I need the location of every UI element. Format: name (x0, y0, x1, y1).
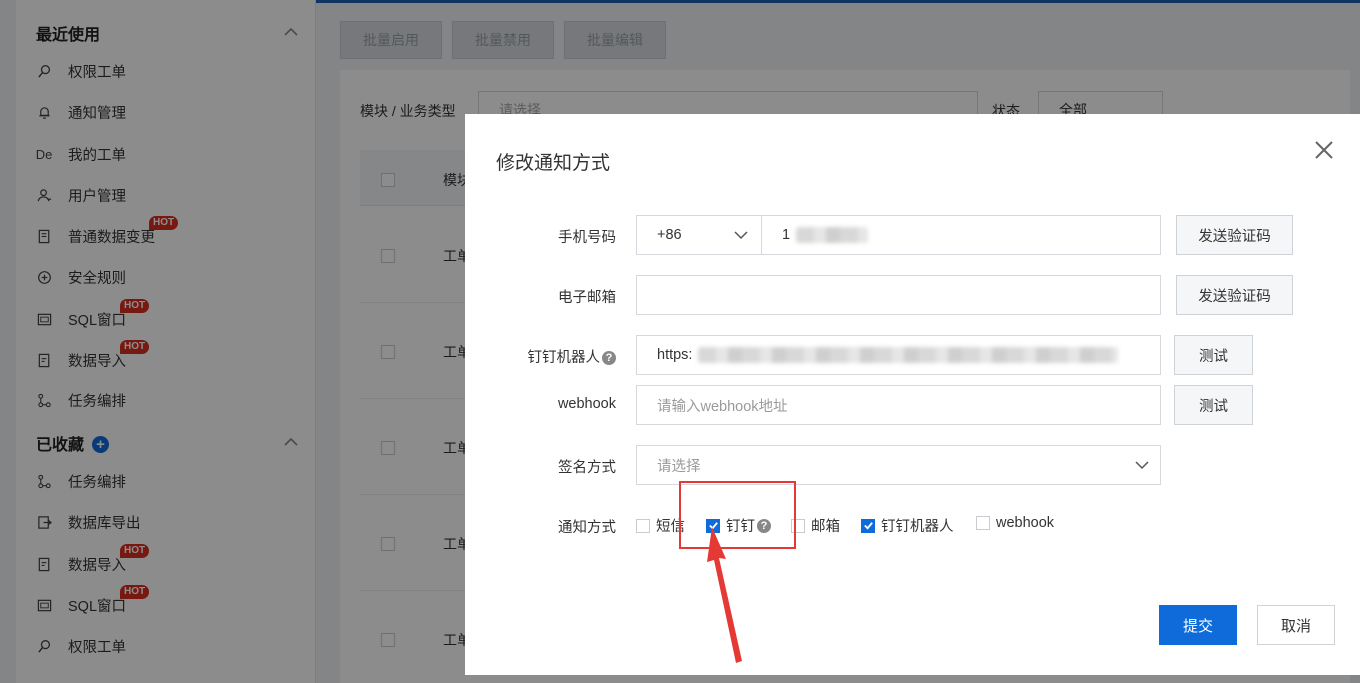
checkbox-box (976, 516, 990, 530)
notify-sms-checkbox[interactable]: 短信 (636, 515, 685, 536)
annotation-arrow-icon (707, 527, 742, 663)
webhook-input[interactable]: 请输入webhook地址 (636, 385, 1161, 425)
dingtalk-robot-label: 钉钉机器人? (528, 346, 616, 367)
help-icon[interactable]: ? (602, 351, 616, 365)
email-label: 电子邮箱 (558, 290, 616, 306)
sign-method-placeholder: 请选择 (657, 458, 701, 475)
phone-value: 1 (782, 227, 791, 243)
dingtalk-robot-value: https: (657, 347, 693, 363)
edit-notification-modal: 修改通知方式 手机号码 +86 1 发送验证码 电子邮箱 发送验证码 钉钉机器人… (465, 114, 1360, 675)
redacted-blur (698, 347, 1119, 363)
notify-webhook-checkbox[interactable]: webhook (976, 515, 1054, 531)
checkbox-box (636, 518, 650, 533)
checkbox-label: 钉钉机器人 (881, 519, 954, 535)
checkbox-label: 邮箱 (811, 519, 840, 535)
submit-button[interactable]: 提交 (1159, 605, 1237, 645)
dingtalk-robot-input[interactable]: https: (636, 335, 1161, 375)
test-dingtalk-robot-button[interactable]: 测试 (1174, 335, 1253, 375)
checkbox-label: webhook (996, 515, 1055, 531)
close-icon[interactable] (1312, 138, 1336, 162)
cancel-button[interactable]: 取消 (1257, 605, 1335, 645)
chevron-down-icon (1134, 457, 1150, 477)
phone-input[interactable]: 1 (761, 215, 1161, 255)
send-phone-code-button[interactable]: 发送验证码 (1176, 215, 1293, 255)
email-input[interactable] (636, 275, 1161, 315)
webhook-label: webhook (557, 396, 616, 412)
country-code-select[interactable]: +86 (636, 215, 762, 255)
country-code-value: +86 (657, 227, 682, 243)
checkmark-icon (861, 518, 875, 533)
notify-method-label: 通知方式 (558, 520, 616, 536)
send-email-code-button[interactable]: 发送验证码 (1176, 275, 1293, 315)
webhook-placeholder: 请输入webhook地址 (657, 398, 788, 415)
sign-method-label: 签名方式 (558, 460, 616, 476)
redacted-blur (796, 227, 869, 243)
notify-email-checkbox[interactable]: 邮箱 (791, 515, 840, 536)
notify-dingtalk-robot-checkbox[interactable]: 钉钉机器人 (861, 515, 954, 536)
test-webhook-button[interactable]: 测试 (1174, 385, 1253, 425)
sign-method-select[interactable]: 请选择 (636, 445, 1161, 485)
chevron-down-icon (733, 227, 749, 247)
modal-title: 修改通知方式 (496, 153, 611, 174)
phone-label: 手机号码 (558, 230, 616, 246)
